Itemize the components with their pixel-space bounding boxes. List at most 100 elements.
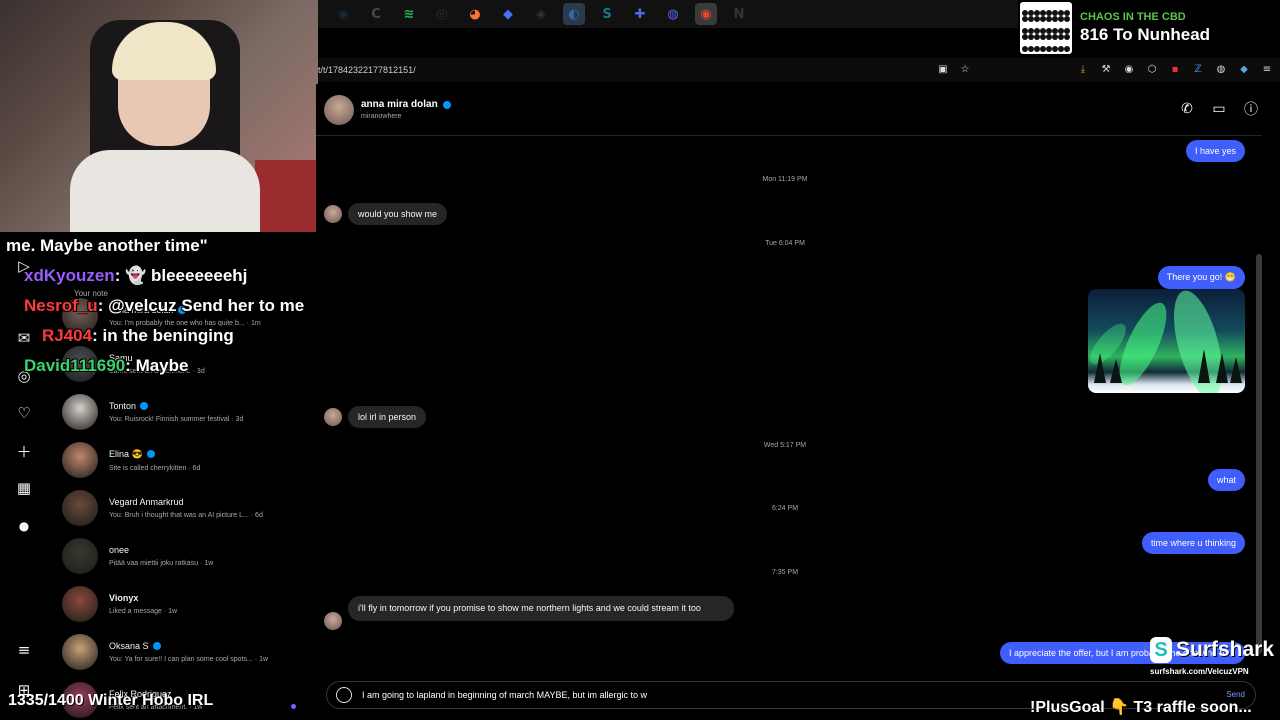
chat-panel: anna mira dolan miranowhere ✆ ▭ ⓘ I have… bbox=[316, 84, 1280, 720]
chat-scrollbar[interactable] bbox=[1256, 254, 1262, 654]
conversation-item[interactable]: Tonton You: Ruisrock! Finnish summer fest… bbox=[62, 388, 312, 436]
verified-badge-icon bbox=[146, 450, 155, 458]
spotify-icon[interactable]: ≋ bbox=[398, 3, 420, 25]
timestamp: Mon 11:19 PM bbox=[762, 176, 808, 183]
conversation-avatar bbox=[62, 490, 98, 526]
message-outgoing[interactable]: There you go! 😁 bbox=[1157, 266, 1245, 289]
message-outgoing[interactable]: what bbox=[1207, 469, 1245, 491]
emoji-icon[interactable] bbox=[336, 687, 352, 703]
conversation-item[interactable]: Vegard Anmarkrud You: Bruh i thought that… bbox=[62, 484, 312, 532]
extension-red-icon[interactable]: ▪ bbox=[1168, 62, 1182, 76]
stream-chat-overlay: me. Maybe another time" xdKyouzen: 👻 ble… bbox=[0, 232, 316, 375]
chat-message: in the beninging bbox=[102, 326, 234, 345]
streamdeck-icon[interactable]: S bbox=[596, 3, 618, 25]
url-bar[interactable]: t/t/17842322177812151/ ▣ ☆ ⤓ ⚒ ◉ ⬡ ▪ ℤ ◍… bbox=[316, 58, 1280, 82]
message-input[interactable]: I am going to lapland in beginning of ma… bbox=[362, 690, 647, 700]
chat-line: RJ404: in the beninging bbox=[6, 326, 234, 346]
gamepad-icon[interactable]: ✚ bbox=[629, 3, 651, 25]
chat-line: David111690: Maybe bbox=[6, 356, 188, 376]
conversation-name: Elina 😎 bbox=[109, 448, 143, 459]
dashboard-icon[interactable]: ▦ bbox=[14, 478, 34, 498]
firefox-icon[interactable]: ◕ bbox=[464, 3, 486, 25]
sponsor-name: Surfshark bbox=[1176, 638, 1275, 661]
alert-subtitle: CHAOS IN THE CBD bbox=[1080, 11, 1186, 23]
sponsor-url: surfshark.com/VelcuzVPN bbox=[1150, 667, 1249, 676]
discord-icon[interactable]: ◍ bbox=[662, 3, 684, 25]
contact-username: miranowhere bbox=[361, 113, 402, 120]
steam-icon[interactable]: ◉ bbox=[332, 3, 354, 25]
create-icon[interactable]: ＋ bbox=[14, 441, 34, 461]
browser-icon[interactable]: ◐ bbox=[563, 3, 585, 25]
sender-avatar bbox=[324, 408, 342, 426]
conversation-preview: Liked a message · 1w bbox=[109, 608, 178, 615]
verified-badge-icon bbox=[152, 642, 161, 650]
conversation-avatar bbox=[62, 586, 98, 622]
timestamp: 6:24 PM bbox=[771, 505, 799, 512]
chat-username: RJ404 bbox=[42, 326, 93, 345]
contact-avatar[interactable] bbox=[324, 94, 354, 125]
conversation-item[interactable]: onee Pitää vaa miettii joku ratkasu · 1w bbox=[62, 532, 312, 580]
translate-icon[interactable]: ℤ bbox=[1191, 62, 1205, 76]
message-incoming[interactable]: i'll fly in tomorrow if you promise to s… bbox=[348, 596, 734, 621]
chat-username: David111690 bbox=[24, 356, 126, 375]
conversation-item[interactable]: Oksana S You: Ya for sure!! I can plan so… bbox=[62, 628, 312, 676]
obs-icon[interactable]: ◎ bbox=[431, 3, 453, 25]
stream-alert: CHAOS IN THE CBD 816 To Nunhead bbox=[1018, 0, 1280, 56]
conversation-avatar bbox=[62, 634, 98, 670]
message-incoming[interactable]: lol irl in person bbox=[348, 406, 427, 428]
conversation-item[interactable]: Vionyx Liked a message · 1w bbox=[62, 580, 312, 628]
conversation-item[interactable]: Elina 😎 Site is called cherrykitten · 6d bbox=[62, 436, 312, 484]
streamlabs-icon[interactable]: ◆ bbox=[497, 3, 519, 25]
chat-line: Nesrof_u: @velcuz Send her to me bbox=[6, 296, 304, 316]
sender-avatar bbox=[324, 612, 342, 630]
reader-mode-icon[interactable]: ▣ bbox=[936, 62, 950, 76]
conversation-avatar bbox=[62, 394, 98, 430]
timestamp: 7:35 PM bbox=[771, 569, 799, 576]
ccleaner-icon[interactable]: C bbox=[365, 3, 387, 25]
profile-icon[interactable]: ● bbox=[14, 516, 34, 536]
chat-sep: : bbox=[92, 326, 98, 345]
url-text[interactable]: t/t/17842322177812151/ bbox=[316, 65, 416, 75]
account-icon[interactable]: ◉ bbox=[1122, 62, 1136, 76]
bookmark-star-icon[interactable]: ☆ bbox=[958, 62, 972, 76]
browser-menu-icon[interactable]: ≡ bbox=[1260, 62, 1274, 76]
sponsor-overlay: S Surfshark surfshark.com/VelcuzVPN bbox=[1150, 637, 1280, 685]
message-outgoing[interactable]: I have yes bbox=[1185, 140, 1245, 162]
conversation-name: Vionyx bbox=[109, 593, 139, 603]
video-call-icon[interactable]: ▭ bbox=[1210, 100, 1228, 118]
chat-message: Maybe bbox=[135, 356, 189, 375]
chat-message: 👻 bleeeeeeehj bbox=[125, 266, 248, 285]
conversation-avatar bbox=[62, 538, 98, 574]
notifications-icon[interactable]: ♡ bbox=[14, 403, 34, 423]
menu-icon[interactable]: ≡ bbox=[14, 640, 34, 660]
conversation-preview: You: Bruh i thought that was an AI pictu… bbox=[109, 512, 263, 519]
message-outgoing[interactable]: time where u thinking bbox=[1141, 532, 1245, 554]
shared-photo[interactable] bbox=[1088, 289, 1245, 393]
download-icon[interactable]: ⤓ bbox=[1076, 62, 1090, 76]
shield-app-icon[interactable]: ◈ bbox=[530, 3, 552, 25]
notion-icon[interactable]: N bbox=[728, 3, 750, 25]
conversation-name: Oksana S bbox=[109, 641, 149, 651]
chrome-icon[interactable]: ◉ bbox=[695, 3, 717, 25]
puzzle-icon[interactable]: ◆ bbox=[1237, 62, 1251, 76]
sender-avatar bbox=[324, 205, 342, 223]
message-incoming[interactable]: would you show me bbox=[348, 203, 448, 225]
taskbar: ◉ C ≋ ◎ ◕ ◆ ◈ ◐ S ✚ ◍ ◉ N bbox=[318, 0, 1018, 28]
alert-title: 816 To Nunhead bbox=[1080, 25, 1211, 44]
chat-sep: : bbox=[114, 266, 121, 285]
info-icon[interactable]: ⓘ bbox=[1242, 100, 1260, 118]
verified-badge-icon bbox=[442, 100, 451, 109]
cookie-icon[interactable]: ◍ bbox=[1214, 62, 1228, 76]
timestamp: Wed 5:17 PM bbox=[763, 442, 807, 449]
conversation-name: onee bbox=[109, 545, 130, 555]
plus-goal-ticker: !PlusGoal 👇 T3 raffle soon... bbox=[1030, 699, 1252, 716]
phone-call-icon[interactable]: ✆ bbox=[1178, 100, 1196, 118]
tools-icon[interactable]: ⚒ bbox=[1099, 62, 1113, 76]
chat-username: xdKyouzen bbox=[24, 266, 115, 285]
chat-line: xdKyouzen: 👻 bleeeeeeehj bbox=[6, 266, 247, 286]
webcam-feed bbox=[0, 0, 318, 232]
extension-icon[interactable]: ⬡ bbox=[1145, 62, 1159, 76]
conversation-name: Vegard Anmarkrud bbox=[109, 497, 184, 507]
conversation-preview: Site is called cherrykitten · 6d bbox=[109, 464, 201, 472]
contact-name[interactable]: anna mira dolan bbox=[361, 99, 438, 110]
